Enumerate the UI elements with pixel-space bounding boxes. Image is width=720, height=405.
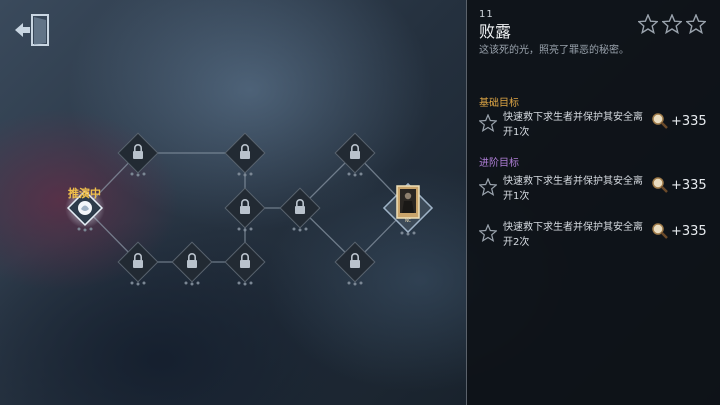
advanced-goals-label: 进阶目标	[479, 158, 519, 169]
locked-node[interactable]	[224, 187, 266, 232]
star-icon	[479, 178, 497, 196]
reward-amount: +335	[671, 113, 707, 129]
magnifier-icon	[652, 113, 668, 129]
goal-text: 快速救下求生者并保护其安全离开1次	[503, 176, 643, 202]
chapter-info-panel: 11 败露 这该死的光，照亮了罪恶的秘密。 基础目标 快速救下求生者并保护其安全…	[466, 0, 720, 405]
goal-reward: +335	[651, 112, 707, 130]
goal-item: 快速救下求生者并保护其安全离开1次 +335	[479, 110, 711, 144]
locked-node[interactable]	[117, 132, 159, 177]
goal-reward: +335	[651, 176, 707, 194]
star-icon	[479, 114, 497, 132]
final-node-badge: NC	[405, 218, 411, 223]
chapter-rating	[638, 14, 706, 34]
goal-item: 快速救下求生者并保护其安全离开2次 +335	[479, 220, 711, 254]
locked-node[interactable]	[224, 241, 266, 286]
locked-node[interactable]	[171, 241, 213, 286]
star-icon	[686, 14, 706, 34]
magnifier-icon	[652, 177, 668, 193]
goal-text: 快速救下求生者并保护其安全离开1次	[503, 112, 643, 138]
locked-node[interactable]	[224, 132, 266, 177]
star-icon	[662, 14, 682, 34]
goal-text: 快速救下求生者并保护其安全离开2次	[503, 222, 643, 248]
chapter-subtitle: 这该死的光，照亮了罪恶的秘密。	[479, 45, 629, 56]
final-node[interactable]: NC	[382, 182, 434, 236]
goal-item: 快速救下求生者并保护其安全离开1次 +335	[479, 174, 711, 208]
magnifier-icon	[652, 223, 668, 239]
current-node-label: 推演中	[68, 187, 101, 200]
deduction-map: NC	[65, 132, 434, 286]
goal-reward: +335	[651, 222, 707, 240]
star-icon	[479, 224, 497, 242]
star-icon	[638, 14, 658, 34]
locked-node[interactable]	[334, 132, 376, 177]
reward-amount: +335	[671, 223, 707, 239]
reward-amount: +335	[671, 177, 707, 193]
chapter-title: 败露	[479, 22, 512, 41]
basic-goals-label: 基础目标	[479, 98, 519, 109]
